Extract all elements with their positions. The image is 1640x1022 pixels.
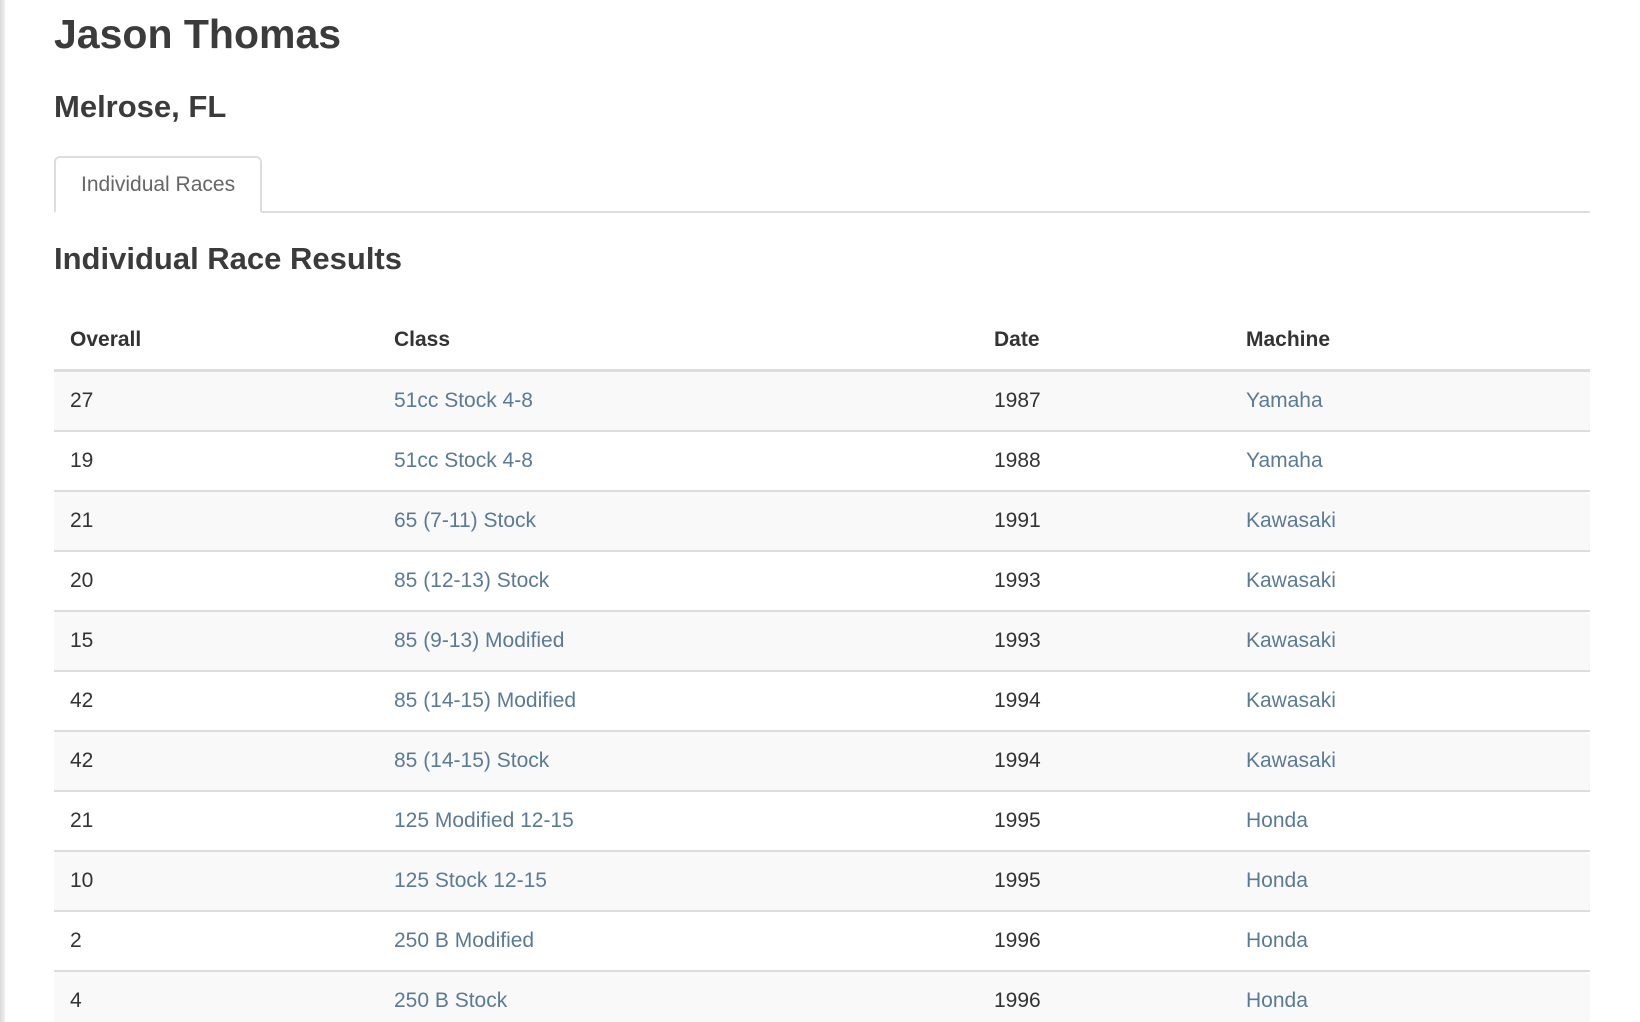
machine-link[interactable]: Yamaha	[1246, 449, 1323, 472]
cell-date: 1988	[978, 431, 1230, 492]
cell-class: 250 B Modified	[378, 911, 978, 972]
table-row: 20 85 (12-13) Stock 1993 Kawasaki	[54, 551, 1590, 612]
cell-date: 1993	[978, 551, 1230, 612]
table-row: 21 65 (7-11) Stock 1991 Kawasaki	[54, 491, 1590, 552]
class-link[interactable]: 250 B Stock	[394, 989, 507, 1012]
cell-overall: 27	[54, 370, 378, 432]
cell-machine: Yamaha	[1230, 370, 1590, 432]
cell-overall: 10	[54, 851, 378, 912]
column-header-class: Class	[378, 311, 978, 372]
class-link[interactable]: 125 Stock 12-15	[394, 869, 547, 892]
table-row: 42 85 (14-15) Modified 1994 Kawasaki	[54, 671, 1590, 732]
cell-overall: 20	[54, 551, 378, 612]
machine-link[interactable]: Honda	[1246, 929, 1308, 952]
rider-name: Jason Thomas	[54, 11, 342, 57]
table-row: 21 125 Modified 12-15 1995 Honda	[54, 791, 1590, 852]
machine-link[interactable]: Yamaha	[1246, 389, 1323, 412]
cell-overall: 4	[54, 971, 378, 1022]
cell-date: 1996	[978, 971, 1230, 1022]
class-link[interactable]: 51cc Stock 4-8	[394, 389, 533, 412]
cell-date: 1991	[978, 491, 1230, 552]
cell-overall: 42	[54, 731, 378, 792]
cell-machine: Kawasaki	[1230, 551, 1590, 612]
cell-machine: Kawasaki	[1230, 731, 1590, 792]
column-header-date: Date	[978, 311, 1230, 372]
cell-date: 1993	[978, 611, 1230, 672]
rider-profile: Jason Thomas Melrose, FL Individual Race…	[54, 0, 1590, 1022]
cell-class: 85 (14-15) Stock	[378, 731, 978, 792]
column-header-overall: Overall	[54, 311, 378, 372]
cell-overall: 15	[54, 611, 378, 672]
cell-date: 1995	[978, 791, 1230, 852]
cell-date: 1994	[978, 671, 1230, 732]
cell-date: 1995	[978, 851, 1230, 912]
cell-machine: Kawasaki	[1230, 671, 1590, 732]
cell-machine: Yamaha	[1230, 431, 1590, 492]
cell-class: 85 (12-13) Stock	[378, 551, 978, 612]
machine-link[interactable]: Kawasaki	[1246, 509, 1336, 532]
page: Jason Thomas Melrose, FL Individual Race…	[0, 0, 1640, 1022]
class-link[interactable]: 85 (14-15) Modified	[394, 689, 576, 712]
machine-link[interactable]: Kawasaki	[1246, 569, 1336, 592]
table-row: 42 85 (14-15) Stock 1994 Kawasaki	[54, 731, 1590, 792]
tab-bar: Individual Races	[54, 154, 1590, 213]
rider-location: Melrose, FL	[54, 89, 227, 124]
table-header-row: Overall Class Date Machine	[54, 311, 1590, 372]
cell-machine: Honda	[1230, 791, 1590, 852]
table-row: 4 250 B Stock 1996 Honda	[54, 971, 1590, 1022]
class-link[interactable]: 85 (14-15) Stock	[394, 749, 549, 772]
cell-class: 85 (14-15) Modified	[378, 671, 978, 732]
class-link[interactable]: 85 (9-13) Modified	[394, 629, 564, 652]
table-row: 2 250 B Modified 1996 Honda	[54, 911, 1590, 972]
cell-overall: 2	[54, 911, 378, 972]
machine-link[interactable]: Honda	[1246, 869, 1308, 892]
race-results-table: Overall Class Date Machine 27 51cc Stock …	[54, 311, 1590, 1022]
race-results-body: 27 51cc Stock 4-8 1987 Yamaha 19 51cc Stock 4…	[54, 370, 1590, 1022]
class-link[interactable]: 125 Modified 12-15	[394, 809, 574, 832]
cell-overall: 21	[54, 791, 378, 852]
cell-class: 125 Modified 12-15	[378, 791, 978, 852]
cell-date: 1994	[978, 731, 1230, 792]
table-row: 10 125 Stock 12-15 1995 Honda	[54, 851, 1590, 912]
window-left-edge	[0, 0, 5, 1022]
cell-overall: 19	[54, 431, 378, 492]
class-link[interactable]: 250 B Modified	[394, 929, 534, 952]
cell-class: 65 (7-11) Stock	[378, 491, 978, 552]
cell-machine: Kawasaki	[1230, 611, 1590, 672]
cell-class: 85 (9-13) Modified	[378, 611, 978, 672]
table-row: 27 51cc Stock 4-8 1987 Yamaha	[54, 370, 1590, 432]
table-row: 15 85 (9-13) Modified 1993 Kawasaki	[54, 611, 1590, 672]
class-link[interactable]: 51cc Stock 4-8	[394, 449, 533, 472]
cell-class: 125 Stock 12-15	[378, 851, 978, 912]
machine-link[interactable]: Honda	[1246, 809, 1308, 832]
cell-class: 250 B Stock	[378, 971, 978, 1022]
cell-overall: 42	[54, 671, 378, 732]
machine-link[interactable]: Honda	[1246, 989, 1308, 1012]
table-row: 19 51cc Stock 4-8 1988 Yamaha	[54, 431, 1590, 492]
section-title: Individual Race Results	[54, 241, 402, 276]
cell-class: 51cc Stock 4-8	[378, 370, 978, 432]
cell-date: 1987	[978, 370, 1230, 432]
cell-overall: 21	[54, 491, 378, 552]
cell-date: 1996	[978, 911, 1230, 972]
tab-individual-races[interactable]: Individual Races	[54, 156, 263, 213]
cell-class: 51cc Stock 4-8	[378, 431, 978, 492]
machine-link[interactable]: Kawasaki	[1246, 689, 1336, 712]
machine-link[interactable]: Kawasaki	[1246, 749, 1336, 772]
cell-machine: Honda	[1230, 911, 1590, 972]
class-link[interactable]: 65 (7-11) Stock	[394, 509, 536, 532]
column-header-machine: Machine	[1230, 311, 1590, 372]
cell-machine: Honda	[1230, 851, 1590, 912]
class-link[interactable]: 85 (12-13) Stock	[394, 569, 549, 592]
machine-link[interactable]: Kawasaki	[1246, 629, 1336, 652]
cell-machine: Kawasaki	[1230, 491, 1590, 552]
cell-machine: Honda	[1230, 971, 1590, 1022]
